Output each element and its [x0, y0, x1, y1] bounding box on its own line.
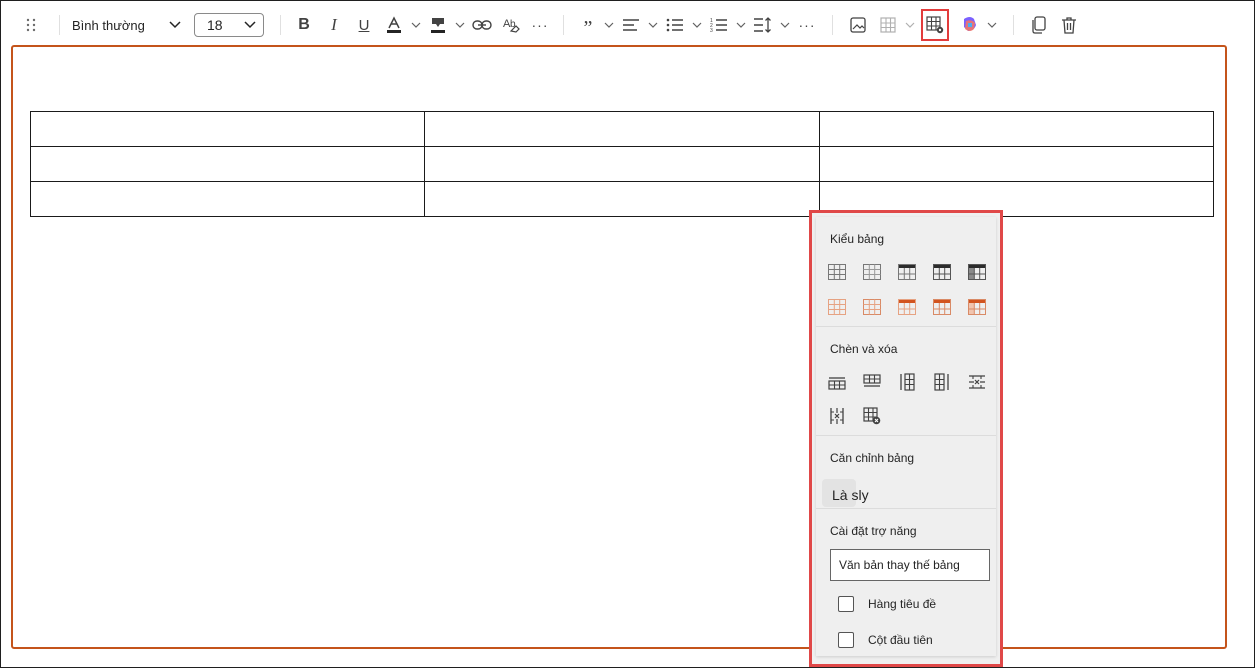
- chevron-down-icon[interactable]: [734, 11, 748, 39]
- header-row-option[interactable]: Hàng tiêu đề: [838, 596, 936, 612]
- quote-icon[interactable]: ”: [574, 11, 602, 39]
- editor-window: Bình thường 18 B I U Ab ··· ” 1 2 3 ··· …: [0, 0, 1255, 668]
- table-cell[interactable]: [424, 111, 820, 147]
- table-cell[interactable]: [424, 181, 820, 217]
- svg-text:3: 3: [710, 28, 713, 33]
- first-column-option[interactable]: Cột đầu tiên: [838, 632, 933, 648]
- copy-icon[interactable]: [1024, 11, 1054, 39]
- table-style-grid-icon[interactable]: [863, 264, 881, 280]
- font-size-value: 18: [207, 17, 223, 33]
- insert-row-below-icon[interactable]: [863, 373, 881, 391]
- table-row: [29, 111, 1215, 147]
- insert-column-left-icon[interactable]: [898, 373, 916, 391]
- font-size-dropdown[interactable]: 18: [194, 13, 264, 37]
- delete-table-icon[interactable]: [863, 407, 881, 425]
- panel-divider: [816, 326, 996, 327]
- chevron-down-icon[interactable]: [602, 11, 616, 39]
- toolbar-divider: [832, 15, 833, 35]
- insert-row-above-icon[interactable]: [828, 373, 846, 391]
- paragraph-style-dropdown[interactable]: Bình thường: [68, 11, 188, 39]
- align-left-icon[interactable]: [616, 11, 646, 39]
- insert-table-icon[interactable]: [873, 11, 903, 39]
- insert-delete-title: Chèn và xóa: [830, 342, 898, 356]
- table-style-header-grid-icon[interactable]: [933, 264, 951, 280]
- delete-row-icon[interactable]: [968, 373, 986, 391]
- table-properties-content: Kiểu bảng Chèn và xóa Căn chỉnh bảng Là …: [816, 217, 996, 656]
- chevron-down-icon: [244, 21, 256, 29]
- table-cell[interactable]: [424, 146, 820, 182]
- numbered-list-icon[interactable]: 123: [704, 11, 734, 39]
- clear-format-icon[interactable]: Ab: [497, 11, 527, 39]
- document-table: [29, 111, 1215, 217]
- table-row: [29, 181, 1215, 217]
- chevron-down-icon[interactable]: [903, 11, 917, 39]
- more-icon[interactable]: ···: [527, 11, 553, 39]
- line-spacing-icon[interactable]: [748, 11, 778, 39]
- first-column-checkbox[interactable]: [838, 632, 854, 648]
- bold-icon[interactable]: B: [289, 11, 319, 39]
- chevron-down-icon[interactable]: [690, 11, 704, 39]
- table-style-orange-header-grid-icon[interactable]: [933, 299, 951, 315]
- table-style-header-icon[interactable]: [898, 264, 916, 280]
- table-settings-icon: [926, 16, 944, 34]
- drag-handle-icon[interactable]: [11, 11, 51, 39]
- chevron-down-icon[interactable]: [778, 11, 792, 39]
- link-icon[interactable]: [467, 11, 497, 39]
- table-cell[interactable]: [29, 146, 426, 182]
- table-style-orange-grid-icon[interactable]: [863, 299, 881, 315]
- document-canvas[interactable]: [11, 45, 1227, 649]
- table-cell[interactable]: [29, 111, 426, 147]
- paragraph-style-value: Bình thường: [72, 17, 145, 33]
- chevron-down-icon: [169, 21, 181, 29]
- toolbar-divider: [563, 15, 564, 35]
- panel-divider: [816, 508, 996, 509]
- table-alt-text-input[interactable]: [830, 549, 990, 581]
- delete-icon[interactable]: [1054, 11, 1084, 39]
- toolbar-divider: [280, 15, 281, 35]
- table-style-header-column-icon[interactable]: [968, 264, 986, 280]
- delete-column-icon[interactable]: [828, 407, 846, 425]
- chevron-down-icon[interactable]: [409, 11, 423, 39]
- table-properties-button[interactable]: [921, 9, 949, 41]
- bullet-list-icon[interactable]: [660, 11, 690, 39]
- copilot-icon[interactable]: [955, 11, 985, 39]
- accessibility-settings-title: Cài đặt trợ năng: [830, 524, 917, 538]
- formatting-toolbar: Bình thường 18 B I U Ab ··· ” 1 2 3 ···: [11, 7, 1239, 43]
- chevron-down-icon[interactable]: [453, 11, 467, 39]
- underline-icon[interactable]: U: [349, 11, 379, 39]
- more-icon[interactable]: ···: [792, 11, 822, 39]
- header-row-label: Hàng tiêu đề: [868, 597, 937, 611]
- table-cell[interactable]: [818, 146, 1215, 182]
- table-style-plain-icon[interactable]: [828, 264, 846, 280]
- table-cell[interactable]: [818, 111, 1215, 147]
- table-style-orange-plain-icon[interactable]: [828, 299, 846, 315]
- table-style-title: Kiểu bảng: [830, 232, 885, 246]
- table-properties-panel: Kiểu bảng Chèn và xóa Căn chỉnh bảng Là …: [809, 210, 1003, 667]
- image-icon[interactable]: [843, 11, 873, 39]
- table-style-orange-header-icon[interactable]: [898, 299, 916, 315]
- table-cell[interactable]: [29, 181, 426, 217]
- header-row-checkbox[interactable]: [838, 596, 854, 612]
- italic-icon[interactable]: I: [319, 11, 349, 39]
- table-style-orange-header-column-icon[interactable]: [968, 299, 986, 315]
- chevron-down-icon[interactable]: [985, 11, 999, 39]
- table-alignment-value[interactable]: Là sly: [832, 487, 869, 503]
- toolbar-divider: [59, 15, 60, 35]
- first-column-label: Cột đầu tiên: [868, 633, 933, 647]
- insert-column-right-icon[interactable]: [933, 373, 951, 391]
- table-alignment-title: Căn chỉnh bảng: [830, 451, 915, 465]
- chevron-down-icon[interactable]: [646, 11, 660, 39]
- highlight-icon[interactable]: [423, 11, 453, 39]
- panel-divider: [816, 435, 996, 436]
- toolbar-divider: [1013, 15, 1014, 35]
- font-color-icon[interactable]: [379, 11, 409, 39]
- table-row: [29, 146, 1215, 182]
